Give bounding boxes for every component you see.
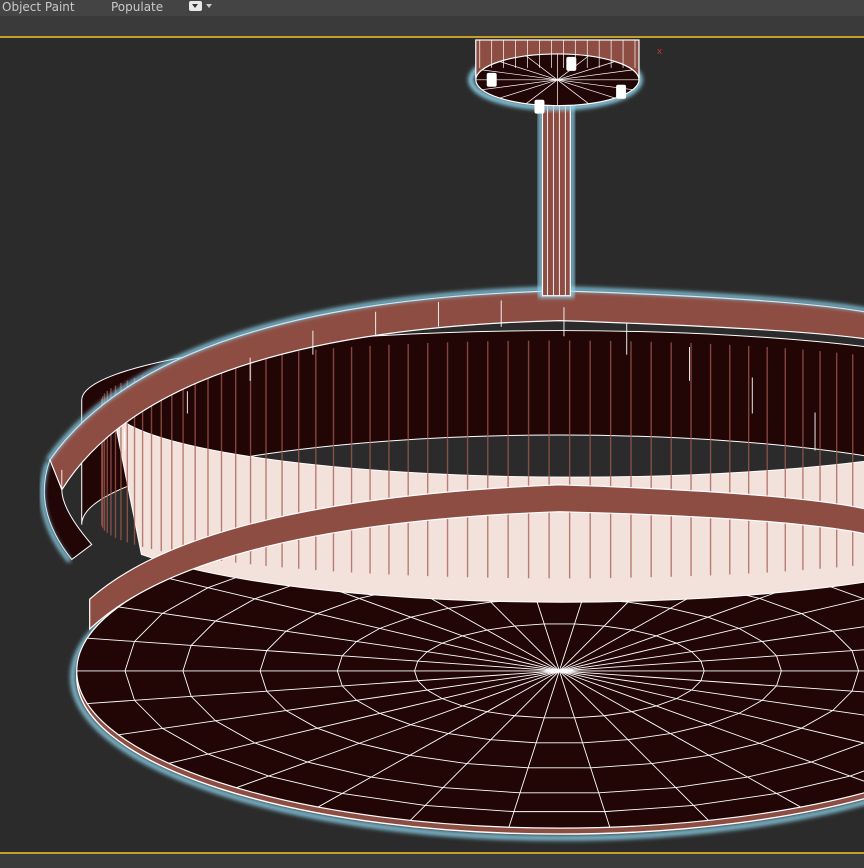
ceiling-canopy — [468, 39, 643, 114]
chevron-down-icon — [206, 4, 212, 8]
ribbon-bar: Object Paint Populate — [0, 0, 864, 16]
ribbon-panel-strip — [0, 16, 864, 36]
axis-marker: x — [657, 47, 662, 57]
viewport-bottom-strip — [0, 854, 864, 868]
tab-object-paint[interactable]: Object Paint — [2, 0, 75, 14]
canopy-screw — [566, 56, 577, 71]
canopy-screw — [486, 72, 497, 87]
chandelier-wireframe: x — [40, 39, 864, 841]
dropdown-toggle-icon — [189, 1, 202, 11]
canopy-screw — [534, 99, 545, 114]
stem-body — [541, 101, 571, 297]
tab-populate[interactable]: Populate — [111, 0, 163, 14]
stem — [538, 99, 575, 298]
canopy-screw — [616, 84, 627, 99]
perspective-viewport[interactable]: x — [0, 36, 864, 854]
ribbon-dropdown-toggle[interactable] — [189, 1, 212, 11]
